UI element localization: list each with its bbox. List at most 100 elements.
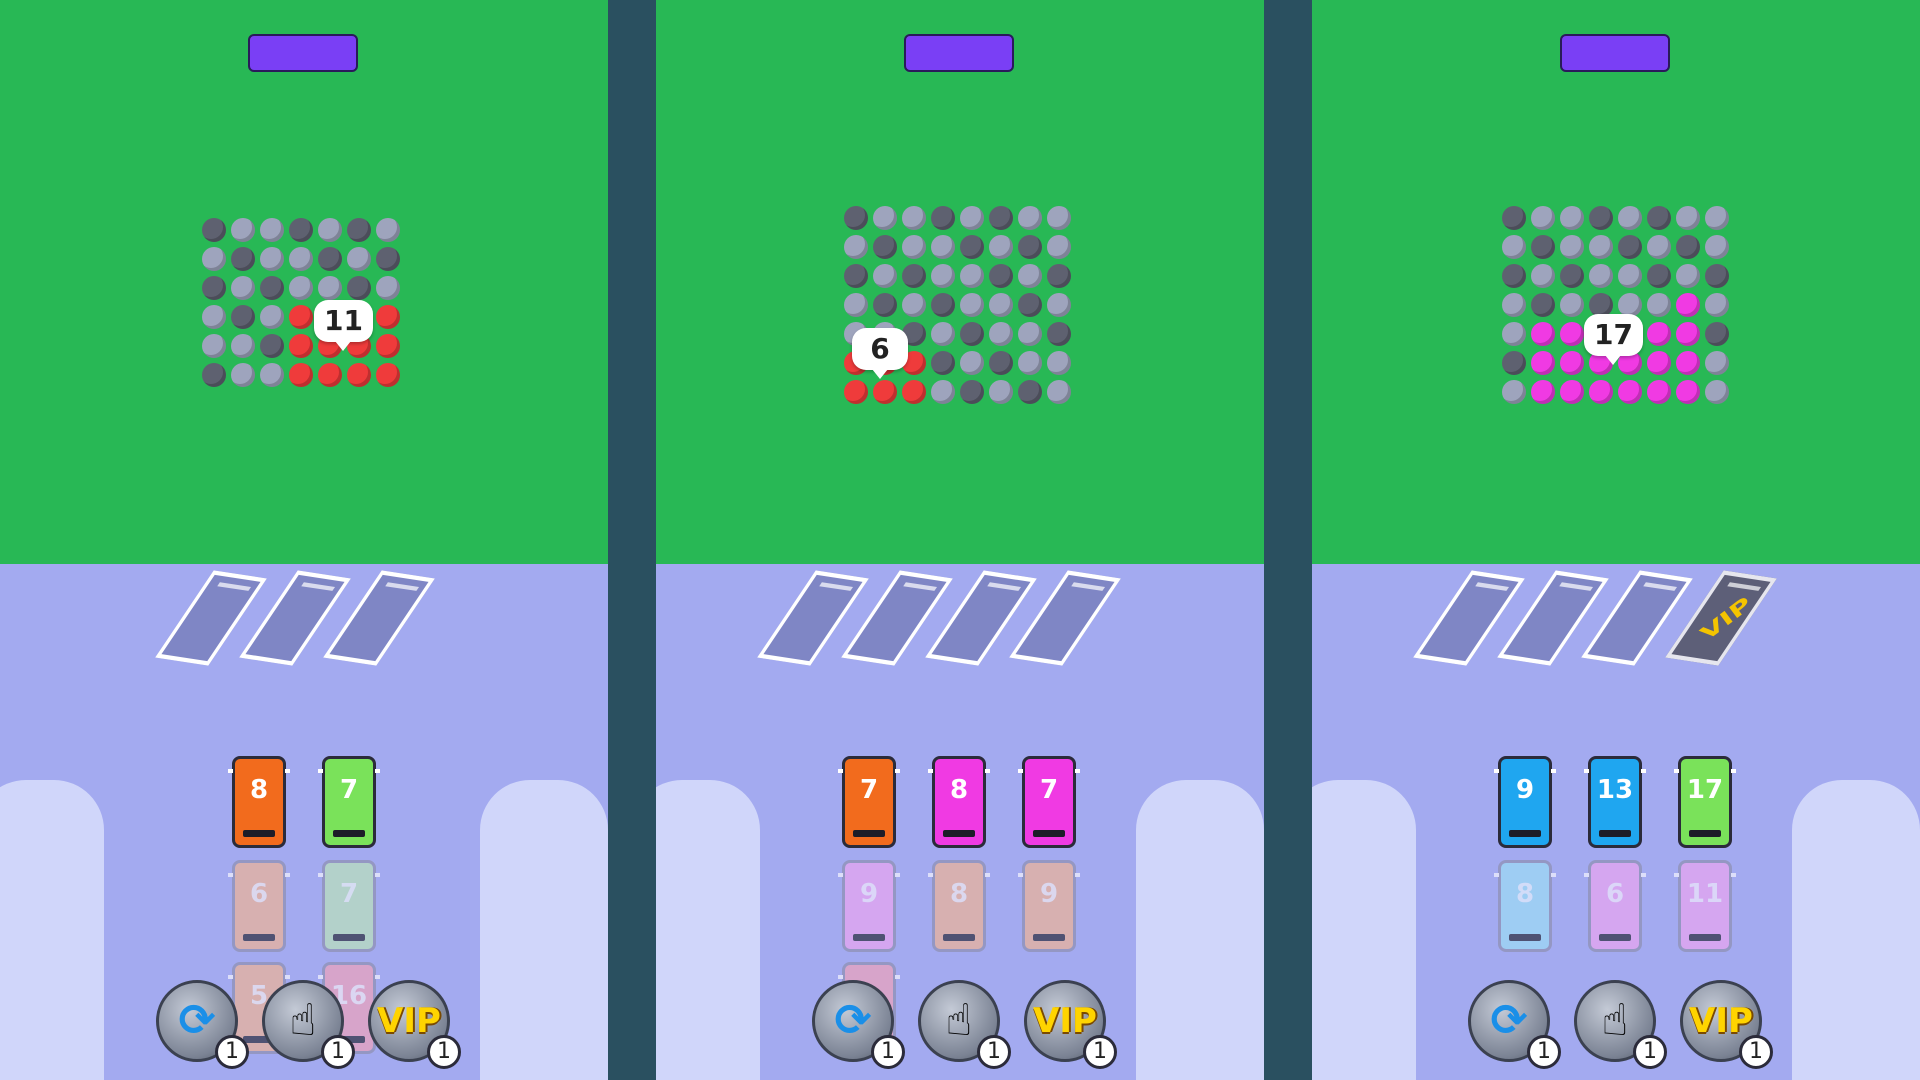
waiting-field: 17 — [1312, 0, 1920, 564]
bus[interactable]: 7 — [1018, 756, 1080, 848]
passenger — [1676, 380, 1700, 404]
passenger — [931, 293, 955, 317]
passenger — [289, 305, 313, 329]
passenger — [902, 235, 926, 259]
waiting-field: 6 — [656, 0, 1264, 564]
passenger — [1618, 235, 1642, 259]
passenger — [1560, 264, 1584, 288]
vip-slot-label: VIP — [1696, 592, 1756, 646]
passenger — [1047, 206, 1071, 230]
passenger — [1018, 380, 1042, 404]
passenger — [989, 293, 1013, 317]
bus[interactable]: 8 — [228, 756, 290, 848]
passenger — [260, 334, 284, 358]
bus[interactable]: 17 — [1674, 756, 1736, 848]
bus-capacity: 9 — [1039, 879, 1059, 909]
passenger — [202, 305, 226, 329]
bus[interactable]: 9 — [1494, 756, 1556, 848]
booster-count: 1 — [1083, 1035, 1117, 1069]
passenger — [1705, 351, 1729, 375]
passenger — [260, 276, 284, 300]
pick-button[interactable]: ☝ 1 — [1574, 980, 1667, 1069]
passenger — [1676, 351, 1700, 375]
passenger — [1705, 293, 1729, 317]
passenger — [260, 247, 284, 271]
passenger — [347, 276, 371, 300]
shuffle-button[interactable]: ⟳ 1 — [156, 980, 249, 1069]
passenger — [1018, 293, 1042, 317]
booster-count: 1 — [977, 1035, 1011, 1069]
side-platform-left — [656, 780, 760, 1080]
bus-capacity: 17 — [1686, 775, 1724, 805]
passenger — [1047, 322, 1071, 346]
bus-capacity: 8 — [949, 879, 969, 909]
passenger — [231, 363, 255, 387]
passenger — [1647, 293, 1671, 317]
passenger — [902, 293, 926, 317]
passenger — [1618, 380, 1642, 404]
bus[interactable]: 7 — [318, 756, 380, 848]
progress-bar — [248, 34, 358, 72]
bus[interactable]: 7 — [838, 756, 900, 848]
passenger — [202, 218, 226, 242]
bus-capacity: 9 — [1515, 775, 1535, 805]
bus-capacity: 7 — [339, 879, 359, 909]
pick-button[interactable]: ☝ 1 — [262, 980, 355, 1069]
passenger — [902, 380, 926, 404]
vip-button[interactable]: VIP 1 — [1680, 980, 1773, 1069]
passenger — [1705, 206, 1729, 230]
bus-capacity: 6 — [249, 879, 269, 909]
passenger — [376, 247, 400, 271]
passenger — [1618, 206, 1642, 230]
passenger — [931, 380, 955, 404]
passenger — [931, 322, 955, 346]
booster-count: 1 — [321, 1035, 355, 1069]
passenger — [1502, 235, 1526, 259]
side-platform-left — [1312, 780, 1416, 1080]
shuffle-button[interactable]: ⟳ 1 — [1468, 980, 1561, 1069]
passenger — [1502, 380, 1526, 404]
passenger — [202, 247, 226, 271]
bus[interactable]: 13 — [1584, 756, 1646, 848]
bus: 6 — [1584, 860, 1646, 952]
passenger — [202, 363, 226, 387]
passenger — [1647, 235, 1671, 259]
bus-capacity: 7 — [859, 775, 879, 805]
progress-bar — [1560, 34, 1670, 72]
vip-button[interactable]: VIP 1 — [368, 980, 461, 1069]
shuffle-button[interactable]: ⟳ 1 — [812, 980, 905, 1069]
bus[interactable]: 8 — [928, 756, 990, 848]
passenger — [1560, 206, 1584, 230]
passenger — [1676, 322, 1700, 346]
passenger — [202, 334, 226, 358]
passenger — [1560, 380, 1584, 404]
passenger — [931, 235, 955, 259]
bus: 9 — [838, 860, 900, 952]
passenger — [231, 305, 255, 329]
passenger — [1560, 293, 1584, 317]
crowd-count-bubble: 11 — [314, 300, 373, 351]
passenger — [1647, 380, 1671, 404]
booster-count: 1 — [1633, 1035, 1667, 1069]
passenger — [1018, 264, 1042, 288]
crowd-count-bubble: 6 — [852, 328, 908, 379]
vip-button[interactable]: VIP 1 — [1024, 980, 1117, 1069]
level-panel-2: 6 7 8 7 9 8 9 ⟳ 1 ☝ 1 VIP 1 — [656, 0, 1264, 1080]
passenger — [376, 363, 400, 387]
passenger — [931, 206, 955, 230]
passenger — [1647, 264, 1671, 288]
passenger — [902, 264, 926, 288]
passenger — [1589, 235, 1613, 259]
passenger — [1502, 264, 1526, 288]
passenger — [1502, 351, 1526, 375]
passenger — [347, 247, 371, 271]
side-platform-right — [480, 780, 608, 1080]
passenger — [844, 380, 868, 404]
passenger — [376, 276, 400, 300]
passenger — [1531, 206, 1555, 230]
passenger — [1502, 322, 1526, 346]
pick-button[interactable]: ☝ 1 — [918, 980, 1011, 1069]
passenger — [260, 363, 284, 387]
passenger — [347, 363, 371, 387]
passenger — [289, 247, 313, 271]
